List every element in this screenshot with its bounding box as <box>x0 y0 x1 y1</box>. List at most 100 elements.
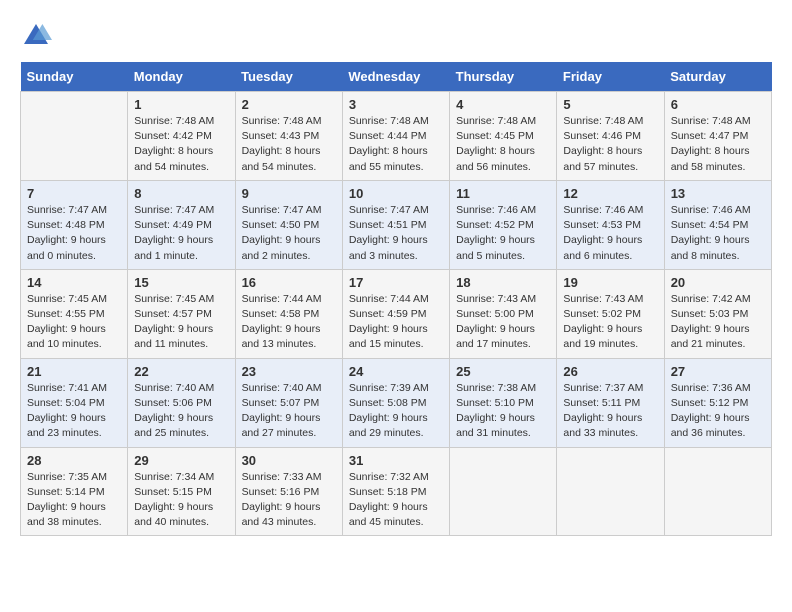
calendar-header-tuesday: Tuesday <box>235 62 342 92</box>
calendar-cell: 17 Sunrise: 7:44 AMSunset: 4:59 PMDayligh… <box>342 269 449 358</box>
day-info: Sunrise: 7:47 AMSunset: 4:48 PMDaylight:… <box>27 203 121 264</box>
day-number: 13 <box>671 186 765 201</box>
calendar-header-saturday: Saturday <box>664 62 771 92</box>
calendar-cell: 28Sunrise: 7:35 AMSunset: 5:14 PMDayligh… <box>21 447 128 536</box>
day-info: Sunrise: 7:44 AMSunset: 4:58 PMDaylight:… <box>242 292 336 353</box>
calendar-cell: 12Sunrise: 7:46 AMSunset: 4:53 PMDayligh… <box>557 180 664 269</box>
day-info: Sunrise: 7:47 AMSunset: 4:51 PMDaylight:… <box>349 203 443 264</box>
day-number: 8 <box>134 186 228 201</box>
day-number: 31 <box>349 453 443 468</box>
calendar-cell: 3Sunrise: 7:48 AMSunset: 4:44 PMDaylight… <box>342 92 449 181</box>
calendar-cell: 19 Sunrise: 7:43 AMSunset: 5:02 PMDayligh… <box>557 269 664 358</box>
calendar-cell: 27 Sunrise: 7:36 AMSunset: 5:12 PMDayligh… <box>664 358 771 447</box>
calendar-body: 1 Sunrise: 7:48 AMSunset: 4:42 PMDaylight… <box>21 92 772 536</box>
day-number: 18 <box>456 275 550 290</box>
day-info: Sunrise: 7:45 AMSunset: 4:55 PMDaylight:… <box>27 292 121 353</box>
calendar-cell: 15Sunrise: 7:45 AMSunset: 4:57 PMDayligh… <box>128 269 235 358</box>
day-info: Sunrise: 7:48 AMSunset: 4:45 PMDaylight:… <box>456 114 550 175</box>
calendar-cell: 9 Sunrise: 7:47 AMSunset: 4:50 PMDaylight… <box>235 180 342 269</box>
day-info: Sunrise: 7:33 AMSunset: 5:16 PMDaylight:… <box>242 470 336 531</box>
day-number: 6 <box>671 97 765 112</box>
calendar-header-sunday: Sunday <box>21 62 128 92</box>
day-info: Sunrise: 7:43 AMSunset: 5:02 PMDaylight:… <box>563 292 657 353</box>
calendar-cell <box>664 447 771 536</box>
calendar-cell: 13 Sunrise: 7:46 AMSunset: 4:54 PMDayligh… <box>664 180 771 269</box>
day-info: Sunrise: 7:38 AMSunset: 5:10 PMDaylight:… <box>456 381 550 442</box>
calendar-cell: 10 Sunrise: 7:47 AMSunset: 4:51 PMDayligh… <box>342 180 449 269</box>
calendar-header-wednesday: Wednesday <box>342 62 449 92</box>
day-info: Sunrise: 7:35 AMSunset: 5:14 PMDaylight:… <box>27 470 121 531</box>
day-info: Sunrise: 7:47 AMSunset: 4:50 PMDaylight:… <box>242 203 336 264</box>
calendar-cell: 24Sunrise: 7:39 AMSunset: 5:08 PMDayligh… <box>342 358 449 447</box>
day-info: Sunrise: 7:39 AMSunset: 5:08 PMDaylight:… <box>349 381 443 442</box>
calendar-cell: 22 Sunrise: 7:40 AMSunset: 5:06 PMDayligh… <box>128 358 235 447</box>
day-info: Sunrise: 7:44 AMSunset: 4:59 PMDaylight:… <box>349 292 443 353</box>
day-number: 14 <box>27 275 121 290</box>
day-info: Sunrise: 7:40 AMSunset: 5:06 PMDaylight:… <box>134 381 228 442</box>
day-info: Sunrise: 7:46 AMSunset: 4:52 PMDaylight:… <box>456 203 550 264</box>
day-number: 7 <box>27 186 121 201</box>
calendar-cell: 4 Sunrise: 7:48 AMSunset: 4:45 PMDaylight… <box>450 92 557 181</box>
day-info: Sunrise: 7:46 AMSunset: 4:54 PMDaylight:… <box>671 203 765 264</box>
day-info: Sunrise: 7:41 AMSunset: 5:04 PMDaylight:… <box>27 381 121 442</box>
calendar-cell: 31Sunrise: 7:32 AMSunset: 5:18 PMDayligh… <box>342 447 449 536</box>
day-info: Sunrise: 7:48 AMSunset: 4:43 PMDaylight:… <box>242 114 336 175</box>
day-number: 3 <box>349 97 443 112</box>
week-row-1: 1 Sunrise: 7:48 AMSunset: 4:42 PMDaylight… <box>21 92 772 181</box>
calendar-cell: 14 Sunrise: 7:45 AMSunset: 4:55 PMDayligh… <box>21 269 128 358</box>
calendar-cell: 5 Sunrise: 7:48 AMSunset: 4:46 PMDaylight… <box>557 92 664 181</box>
logo-icon <box>20 20 52 52</box>
day-number: 27 <box>671 364 765 379</box>
week-row-3: 14 Sunrise: 7:45 AMSunset: 4:55 PMDayligh… <box>21 269 772 358</box>
calendar-cell: 26Sunrise: 7:37 AMSunset: 5:11 PMDayligh… <box>557 358 664 447</box>
day-info: Sunrise: 7:48 AMSunset: 4:46 PMDaylight:… <box>563 114 657 175</box>
day-number: 30 <box>242 453 336 468</box>
calendar-cell: 8 Sunrise: 7:47 AMSunset: 4:49 PMDaylight… <box>128 180 235 269</box>
day-number: 4 <box>456 97 550 112</box>
day-number: 9 <box>242 186 336 201</box>
calendar-cell: 1 Sunrise: 7:48 AMSunset: 4:42 PMDaylight… <box>128 92 235 181</box>
day-number: 19 <box>563 275 657 290</box>
calendar-cell: 18 Sunrise: 7:43 AMSunset: 5:00 PMDayligh… <box>450 269 557 358</box>
day-number: 29 <box>134 453 228 468</box>
day-number: 23 <box>242 364 336 379</box>
calendar-cell: 29 Sunrise: 7:34 AMSunset: 5:15 PMDayligh… <box>128 447 235 536</box>
calendar-cell: 20 Sunrise: 7:42 AMSunset: 5:03 PMDayligh… <box>664 269 771 358</box>
calendar-cell <box>450 447 557 536</box>
day-number: 1 <box>134 97 228 112</box>
day-info: Sunrise: 7:48 AMSunset: 4:42 PMDaylight:… <box>134 114 228 175</box>
calendar-cell <box>557 447 664 536</box>
day-number: 16 <box>242 275 336 290</box>
calendar-header-thursday: Thursday <box>450 62 557 92</box>
day-number: 11 <box>456 186 550 201</box>
calendar-cell <box>21 92 128 181</box>
day-number: 25 <box>456 364 550 379</box>
calendar-cell: 11 Sunrise: 7:46 AMSunset: 4:52 PMDayligh… <box>450 180 557 269</box>
day-info: Sunrise: 7:40 AMSunset: 5:07 PMDaylight:… <box>242 381 336 442</box>
day-info: Sunrise: 7:42 AMSunset: 5:03 PMDaylight:… <box>671 292 765 353</box>
day-number: 10 <box>349 186 443 201</box>
day-number: 22 <box>134 364 228 379</box>
calendar-cell: 16 Sunrise: 7:44 AMSunset: 4:58 PMDayligh… <box>235 269 342 358</box>
day-info: Sunrise: 7:46 AMSunset: 4:53 PMDaylight:… <box>563 203 657 264</box>
calendar-cell: 25 Sunrise: 7:38 AMSunset: 5:10 PMDayligh… <box>450 358 557 447</box>
day-number: 17 <box>349 275 443 290</box>
calendar-cell: 23 Sunrise: 7:40 AMSunset: 5:07 PMDayligh… <box>235 358 342 447</box>
day-number: 26 <box>563 364 657 379</box>
day-number: 21 <box>27 364 121 379</box>
day-info: Sunrise: 7:48 AMSunset: 4:47 PMDaylight:… <box>671 114 765 175</box>
calendar-cell: 2Sunrise: 7:48 AMSunset: 4:43 PMDaylight… <box>235 92 342 181</box>
day-info: Sunrise: 7:45 AMSunset: 4:57 PMDaylight:… <box>134 292 228 353</box>
day-number: 5 <box>563 97 657 112</box>
day-info: Sunrise: 7:43 AMSunset: 5:00 PMDaylight:… <box>456 292 550 353</box>
day-info: Sunrise: 7:47 AMSunset: 4:49 PMDaylight:… <box>134 203 228 264</box>
calendar-header: SundayMondayTuesdayWednesdayThursdayFrid… <box>21 62 772 92</box>
week-row-4: 21 Sunrise: 7:41 AMSunset: 5:04 PMDayligh… <box>21 358 772 447</box>
calendar-cell: 30 Sunrise: 7:33 AMSunset: 5:16 PMDayligh… <box>235 447 342 536</box>
week-row-2: 7 Sunrise: 7:47 AMSunset: 4:48 PMDaylight… <box>21 180 772 269</box>
day-info: Sunrise: 7:34 AMSunset: 5:15 PMDaylight:… <box>134 470 228 531</box>
day-number: 20 <box>671 275 765 290</box>
calendar-cell: 7 Sunrise: 7:47 AMSunset: 4:48 PMDaylight… <box>21 180 128 269</box>
day-info: Sunrise: 7:36 AMSunset: 5:12 PMDaylight:… <box>671 381 765 442</box>
logo <box>20 20 58 52</box>
